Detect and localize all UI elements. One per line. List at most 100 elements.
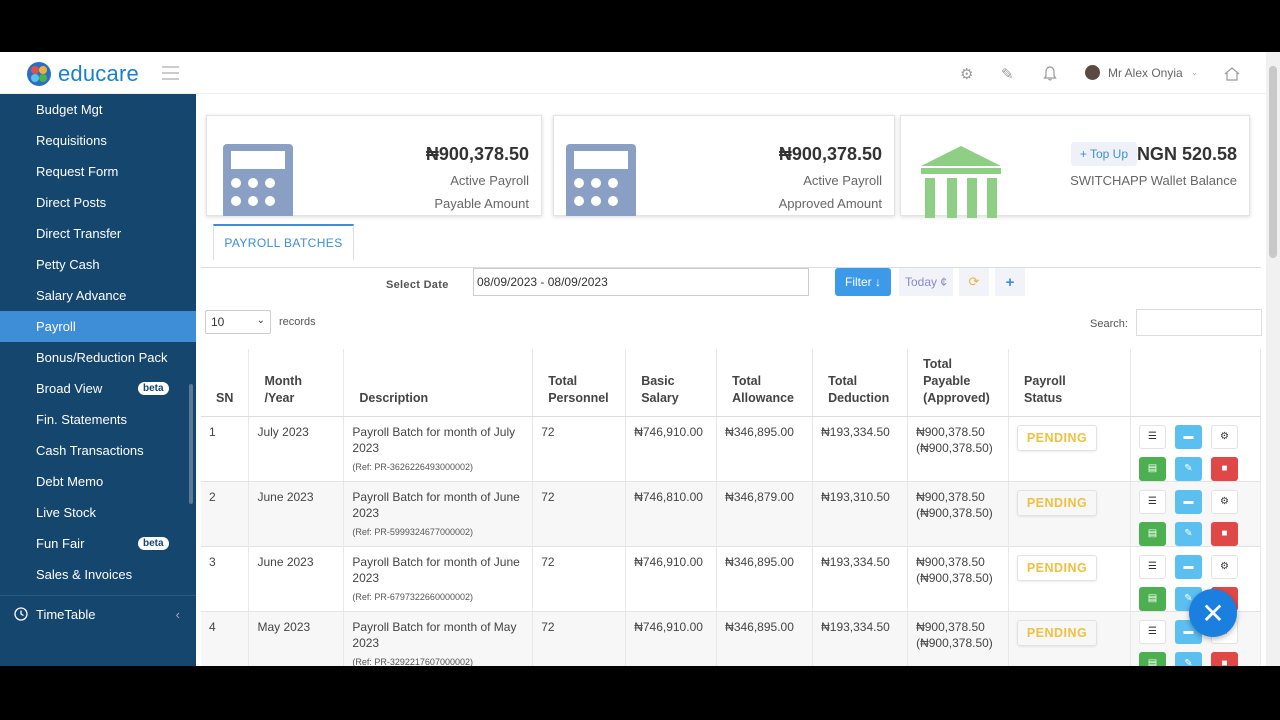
search-input[interactable] (1136, 309, 1262, 336)
sidebar-item-requisitions[interactable]: Requisitions (0, 125, 196, 156)
close-icon: ✕ (1201, 597, 1225, 629)
col-total-personnel[interactable]: Total Personnel (532, 349, 627, 417)
cell-status: PENDING (1008, 416, 1131, 482)
top-up-button[interactable]: + Top Up (1070, 142, 1137, 166)
sidebar-item-label: Requisitions (36, 133, 107, 148)
cell-allowance: ₦346,879.00 (716, 481, 814, 547)
settings-icon[interactable]: ⚙ (1210, 489, 1238, 514)
cell-sn: 2 (201, 481, 250, 547)
refresh-icon[interactable]: ⟳ (959, 268, 989, 296)
calculator-icon (223, 144, 293, 216)
sidebar-item-live-stock[interactable]: Live Stock (0, 497, 196, 528)
today-button[interactable]: Today ¢ (899, 268, 953, 296)
cell-status: PENDING (1008, 546, 1131, 612)
sidebar-item-fun-fair[interactable]: Fun Fair beta (0, 528, 196, 559)
excel-icon[interactable]: ▤ (1138, 586, 1166, 611)
list-icon[interactable]: ☰ (1138, 424, 1166, 449)
col-total-payable[interactable]: Total Payable (Approved) (907, 349, 1010, 417)
add-icon[interactable]: + (995, 268, 1025, 296)
tab-payroll-batches[interactable]: PAYROLL BATCHES (213, 224, 354, 260)
sidebar-item-label: Debt Memo (36, 474, 104, 489)
cell-payable: ₦900,378.50 (₦900,378.50) (907, 481, 1010, 547)
cell-deduction: ₦193,334.50 (812, 416, 909, 482)
list-icon[interactable]: ☰ (1138, 619, 1166, 644)
col-total-deduction[interactable]: Total Deduction (812, 349, 909, 417)
sidebar-item-label: Fin. Statements (36, 412, 128, 427)
cell-allowance: ₦346,895.00 (716, 546, 814, 612)
date-range-input[interactable]: 08/09/2023 - 08/09/2023 (473, 268, 809, 296)
menu-toggle-icon[interactable] (162, 66, 179, 84)
sidebar-item-debt-memo[interactable]: Debt Memo (0, 466, 196, 497)
col-payroll-status[interactable]: Payroll Status (1008, 349, 1131, 417)
view-icon[interactable]: ▬ (1174, 424, 1202, 449)
col-total-allowance[interactable]: Total Allowance (716, 349, 814, 417)
table-row: 1 July 2023 Payroll Batch for month of J… (201, 416, 1262, 482)
logo[interactable]: educare (26, 61, 139, 87)
delete-icon[interactable]: ■ (1210, 456, 1238, 481)
card-approved-amount: ₦900,378.50 Active Payroll Approved Amou… (553, 115, 895, 216)
table-row: 2 June 2023 Payroll Batch for month of J… (201, 481, 1262, 547)
cell-basic: ₦746,910.00 (625, 546, 718, 612)
page-scrollbar[interactable] (1266, 52, 1280, 666)
payroll-panel: Select Date 08/09/2023 - 08/09/2023 Filt… (201, 267, 1262, 666)
sidebar-item-label: Salary Advance (36, 288, 127, 303)
delete-icon[interactable]: ■ (1210, 651, 1238, 666)
payroll-table: SN Month/Year Description Total Personnel… (201, 349, 1262, 666)
view-icon[interactable]: ▬ (1174, 489, 1202, 514)
sidebar-item-label: Bonus/Reduction Pack (36, 350, 168, 365)
sidebar-scrollbar[interactable] (189, 384, 193, 504)
edit-icon[interactable]: ✎ (1174, 651, 1202, 666)
sidebar-item-direct-transfer[interactable]: Direct Transfer (0, 218, 196, 249)
col-sn[interactable]: SN (201, 349, 250, 417)
bank-icon (921, 146, 1001, 218)
cell-payable: ₦900,378.50 (₦900,378.50) (907, 546, 1010, 612)
list-icon[interactable]: ☰ (1138, 489, 1166, 514)
settings-icon[interactable]: ⚙ (1210, 554, 1238, 579)
list-icon[interactable]: ☰ (1138, 554, 1166, 579)
edit-icon[interactable]: ✎ (1174, 456, 1202, 481)
view-icon[interactable]: ▬ (1174, 554, 1202, 579)
home-icon[interactable] (1224, 66, 1240, 81)
sidebar-item-label: Live Stock (36, 505, 96, 520)
sidebar-item-cash-transactions[interactable]: Cash Transactions (0, 435, 196, 466)
sidebar-item-label: Sales & Invoices (36, 567, 133, 582)
col-month-year[interactable]: Month/Year (248, 349, 345, 417)
scrollbar-thumb[interactable] (1269, 66, 1277, 258)
sidebar-item-broad-view[interactable]: Broad View beta (0, 373, 196, 404)
sidebar-item-budget-mgt[interactable]: Budget Mgt (0, 94, 196, 125)
gear-icon[interactable]: ⚙ (960, 65, 973, 83)
filter-button[interactable]: Filter ↓ (835, 268, 891, 296)
chevron-down-icon: ⌄ (1190, 67, 1199, 77)
cell-basic: ₦746,810.00 (625, 481, 718, 547)
sidebar-item-label: Direct Transfer (36, 226, 122, 241)
records-per-page-select[interactable]: 10 ⌄ (205, 310, 271, 334)
sidebar-item-payroll[interactable]: Payroll (0, 311, 196, 342)
sidebar-item-direct-posts[interactable]: Direct Posts (0, 187, 196, 218)
sidebar-item-petty-cash[interactable]: Petty Cash (0, 249, 196, 280)
sidebar-item-request-form[interactable]: Request Form (0, 156, 196, 187)
excel-icon[interactable]: ▤ (1138, 521, 1166, 546)
excel-icon[interactable]: ▤ (1138, 456, 1166, 481)
cell-payable: ₦900,378.50 (₦900,378.50) (907, 611, 1010, 666)
sidebar: Budget Mgt Requisitions Request Form Dir… (0, 94, 196, 666)
settings-icon[interactable]: ⚙ (1210, 424, 1238, 449)
user-menu[interactable]: Mr Alex Onyia ⌄ (1085, 65, 1198, 80)
sidebar-group-timetable[interactable]: TimeTable ‹ (0, 596, 196, 632)
col-basic-salary[interactable]: Basic Salary (625, 349, 718, 417)
sidebar-item-salary-advance[interactable]: Salary Advance (0, 280, 196, 311)
col-actions (1130, 349, 1262, 417)
sidebar-item-label: Request Form (36, 164, 119, 179)
excel-icon[interactable]: ▤ (1138, 651, 1166, 666)
cell-description: Payroll Batch for month of June 2023 (Ref… (343, 546, 534, 612)
sidebar-item-sales-invoices[interactable]: Sales & Invoices (0, 559, 196, 590)
delete-icon[interactable]: ■ (1210, 521, 1238, 546)
close-chat-button[interactable]: ✕ (1189, 589, 1237, 637)
edit-icon[interactable]: ✎ (1174, 521, 1202, 546)
col-description[interactable]: Description (343, 349, 534, 417)
sidebar-item-bonus-reduction-pack[interactable]: Bonus/Reduction Pack (0, 342, 196, 373)
cell-personnel: 72 (532, 481, 627, 547)
bell-icon[interactable] (1043, 66, 1057, 81)
sidebar-item-fin-statements[interactable]: Fin. Statements (0, 404, 196, 435)
sidebar-item-label: Payroll (36, 319, 76, 334)
edit-icon[interactable]: ✎ (1001, 65, 1014, 83)
